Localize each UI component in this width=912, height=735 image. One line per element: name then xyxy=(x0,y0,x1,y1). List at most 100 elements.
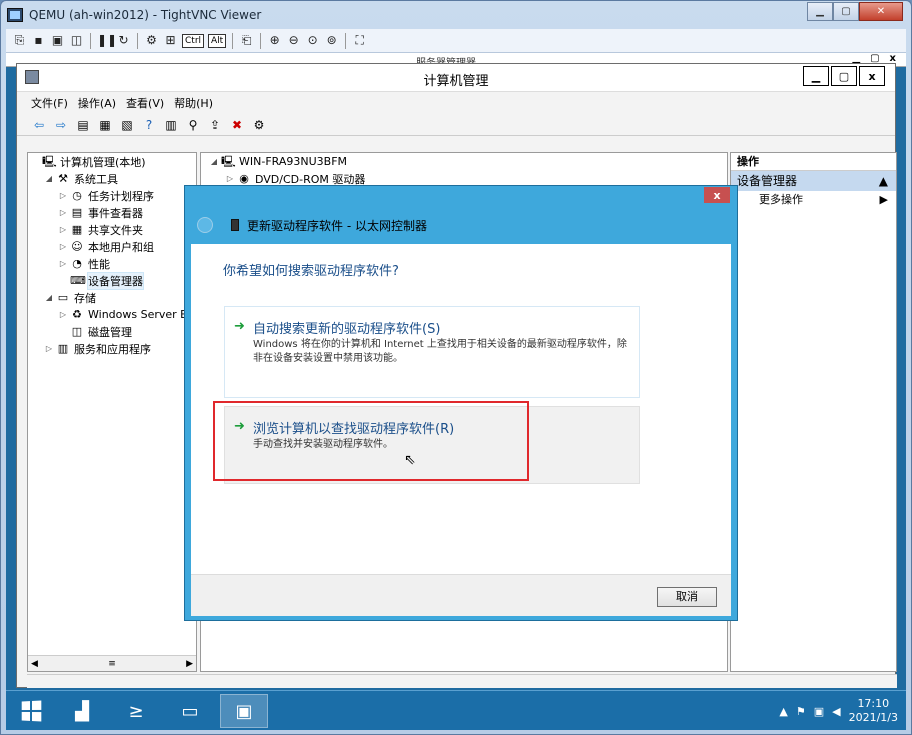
tree-label: 事件查看器 xyxy=(88,206,143,220)
tree-item[interactable]: ▷ ▦ 共享文件夹 xyxy=(28,221,196,238)
network-icon[interactable]: ▣ xyxy=(814,705,824,718)
cancel-button[interactable]: 取消 xyxy=(657,587,717,607)
scan-hardware-icon[interactable]: ⚲ xyxy=(185,117,201,133)
remote-desktop[interactable]: 服务器管理器 ▁ ▢ x 计算机管理 ▁ ▢ x 文件(F) 操作(A) 查看( xyxy=(6,53,906,730)
tree-item[interactable]: ▷ ♻ Windows Server Ba xyxy=(28,306,196,323)
collapsed-arrow-icon[interactable]: ▷ xyxy=(225,174,235,183)
collapsed-arrow-icon[interactable]: ▷ xyxy=(58,225,68,234)
back-button[interactable] xyxy=(197,217,213,233)
collapsed-arrow-icon[interactable]: ▷ xyxy=(58,259,68,268)
collapsed-arrow-icon[interactable]: ▷ xyxy=(58,242,68,251)
info-icon[interactable]: ◫ xyxy=(69,33,84,48)
help-icon[interactable]: ? xyxy=(141,117,157,133)
uninstall-device-icon[interactable]: ✖ xyxy=(229,117,245,133)
scroll-left-icon[interactable]: ◀ xyxy=(31,659,38,669)
horizontal-scrollbar[interactable]: ◀ ≡ ▶ xyxy=(28,655,196,671)
scroll-thumb-icon[interactable]: ≡ xyxy=(108,659,116,669)
zoom-out-icon[interactable]: ⊖ xyxy=(286,33,301,48)
vnc-window-title: QEMU (ah-win2012) - TightVNC Viewer xyxy=(29,8,262,22)
actions-section-device-manager[interactable]: 设备管理器 ▲ xyxy=(731,171,896,191)
menu-bar: 文件(F) 操作(A) 查看(V) 帮助(H) xyxy=(17,92,895,114)
device-item[interactable]: ◢ 🖳 WIN-FRA93NU3BFM xyxy=(207,153,727,170)
maximize-button[interactable]: ▢ xyxy=(833,2,859,21)
menu-help[interactable]: 帮助(H) xyxy=(174,95,213,111)
expanded-arrow-icon[interactable]: ◢ xyxy=(209,157,219,166)
start-button[interactable] xyxy=(12,697,50,725)
action-center-icon[interactable]: ⚑ xyxy=(796,705,806,718)
dialog-close-button[interactable]: x xyxy=(704,187,730,203)
tightvnc-icon xyxy=(7,8,23,22)
properties-icon[interactable]: ▧ xyxy=(119,117,135,133)
back-icon[interactable]: ⇦ xyxy=(31,117,47,133)
forward-icon[interactable]: ⇨ xyxy=(53,117,69,133)
tree-item[interactable]: ▷ ◔ 性能 xyxy=(28,255,196,272)
clock-time: 17:10 xyxy=(857,697,890,710)
cm-window-title: 计算机管理 xyxy=(423,74,489,89)
close-button[interactable]: x xyxy=(859,66,885,86)
add-legacy-hardware-icon[interactable]: ⚙ xyxy=(251,117,267,133)
system-tray: ▲ ⚑ ▣ ◀ 17:10 2021/1/3 xyxy=(779,695,898,727)
more-actions-item[interactable]: 更多操作 ▶ xyxy=(731,191,896,209)
collapsed-arrow-icon[interactable]: ▷ xyxy=(44,344,54,353)
tree-item[interactable]: ◢ ▭ 存储 xyxy=(28,289,196,306)
auto-search-title: 自动搜索更新的驱动程序软件(S) xyxy=(253,322,441,337)
toolbar-separator xyxy=(137,32,138,49)
zoom-in-icon[interactable]: ⊕ xyxy=(267,33,282,48)
zoom-fit-icon[interactable]: ⊚ xyxy=(324,33,339,48)
save-icon[interactable]: ▪ xyxy=(31,33,46,48)
tree-item[interactable]: ▷ ☺ 本地用户和组 xyxy=(28,238,196,255)
vnc-title-bar: QEMU (ah-win2012) - TightVNC Viewer ▁ ▢ … xyxy=(1,1,911,29)
scroll-right-icon[interactable]: ▶ xyxy=(186,659,193,669)
tree-item[interactable]: ◢ ⚒ 系统工具 xyxy=(28,170,196,187)
expanded-arrow-icon[interactable]: ◢ xyxy=(44,293,54,302)
minimize-button[interactable]: ▁ xyxy=(807,2,833,21)
tree-item[interactable]: ⌨ 设备管理器 xyxy=(28,271,196,290)
up-folder-icon[interactable]: ▤ xyxy=(75,117,91,133)
close-button[interactable]: ✕ xyxy=(859,2,903,21)
show-hide-tree-icon[interactable]: ▦ xyxy=(97,117,113,133)
tree-item[interactable]: 🖳 计算机管理(本地) xyxy=(28,153,196,170)
dvd-icon: ◉ xyxy=(239,172,249,185)
clipboard-icon[interactable]: ⎗ xyxy=(239,33,254,48)
alt-key-button[interactable]: Alt xyxy=(208,33,227,48)
tree-item[interactable]: ◫ 磁盘管理 xyxy=(28,323,196,340)
mouse-cursor-icon: ⇖ xyxy=(404,452,416,468)
menu-file[interactable]: 文件(F) xyxy=(31,95,68,111)
minimize-button[interactable]: ▁ xyxy=(803,66,829,86)
ctrl-key-button[interactable]: Ctrl xyxy=(182,33,205,48)
tree-item[interactable]: ▷ ▤ 事件查看器 xyxy=(28,204,196,221)
windows-key-icon[interactable]: ⊞ xyxy=(163,33,178,48)
actions-section-label: 设备管理器 xyxy=(737,174,798,188)
ctrl-alt-del-icon[interactable]: ⚙ xyxy=(144,33,159,48)
tree-item[interactable]: ▷ ▥ 服务和应用程序 xyxy=(28,340,196,357)
collapsed-arrow-icon[interactable]: ▷ xyxy=(58,208,68,217)
cm-window-controls: ▁ ▢ x xyxy=(803,66,885,86)
new-connection-icon[interactable]: ⎘ xyxy=(12,33,27,48)
auto-search-option[interactable]: ➜ 自动搜索更新的驱动程序软件(S) Windows 将在你的计算机和 Inte… xyxy=(224,306,640,398)
collapsed-arrow-icon[interactable]: ▷ xyxy=(58,310,68,319)
pause-icon[interactable]: ❚❚ xyxy=(97,33,117,48)
computer-management-taskbar-icon[interactable]: ▣ xyxy=(220,694,268,728)
clock[interactable]: 17:10 2021/1/3 xyxy=(849,697,898,725)
collapse-icon[interactable]: ▲ xyxy=(879,171,888,191)
powershell-taskbar-icon[interactable]: ≥ xyxy=(112,694,160,728)
zoom-100-icon[interactable]: ⊙ xyxy=(305,33,320,48)
menu-action[interactable]: 操作(A) xyxy=(78,95,116,111)
tree-list: 🖳 计算机管理(本地) ◢ ⚒ 系统工具 ▷ ◷ 任务计划程序 ▷ ▤ 事件查看器 ▷ ▦ 共享文件夹 ▷ ☺… xyxy=(28,153,196,357)
fullscreen-icon[interactable]: ⛶ xyxy=(352,33,367,48)
file-explorer-taskbar-icon[interactable]: ▭ xyxy=(166,694,214,728)
volume-icon[interactable]: ◀ xyxy=(832,705,840,718)
update-driver-icon[interactable]: ⇪ xyxy=(207,117,223,133)
menu-view[interactable]: 查看(V) xyxy=(126,95,164,111)
options-icon[interactable]: ▣ xyxy=(50,33,65,48)
maximize-button[interactable]: ▢ xyxy=(831,66,857,86)
refresh-icon[interactable]: ↻ xyxy=(116,33,131,48)
status-bar xyxy=(27,674,897,688)
expanded-arrow-icon[interactable]: ◢ xyxy=(44,174,54,183)
collapsed-arrow-icon[interactable]: ▷ xyxy=(58,191,68,200)
show-hide-action-pane-icon[interactable]: ▥ xyxy=(163,117,179,133)
server-manager-taskbar-icon[interactable]: ▟ xyxy=(58,694,106,728)
taskbar: ▟ ≥ ▭ ▣ ▲ ⚑ ▣ ◀ 17:10 2021/1/3 xyxy=(6,690,906,730)
show-hidden-icons-icon[interactable]: ▲ xyxy=(779,705,787,718)
tree-item[interactable]: ▷ ◷ 任务计划程序 xyxy=(28,187,196,204)
